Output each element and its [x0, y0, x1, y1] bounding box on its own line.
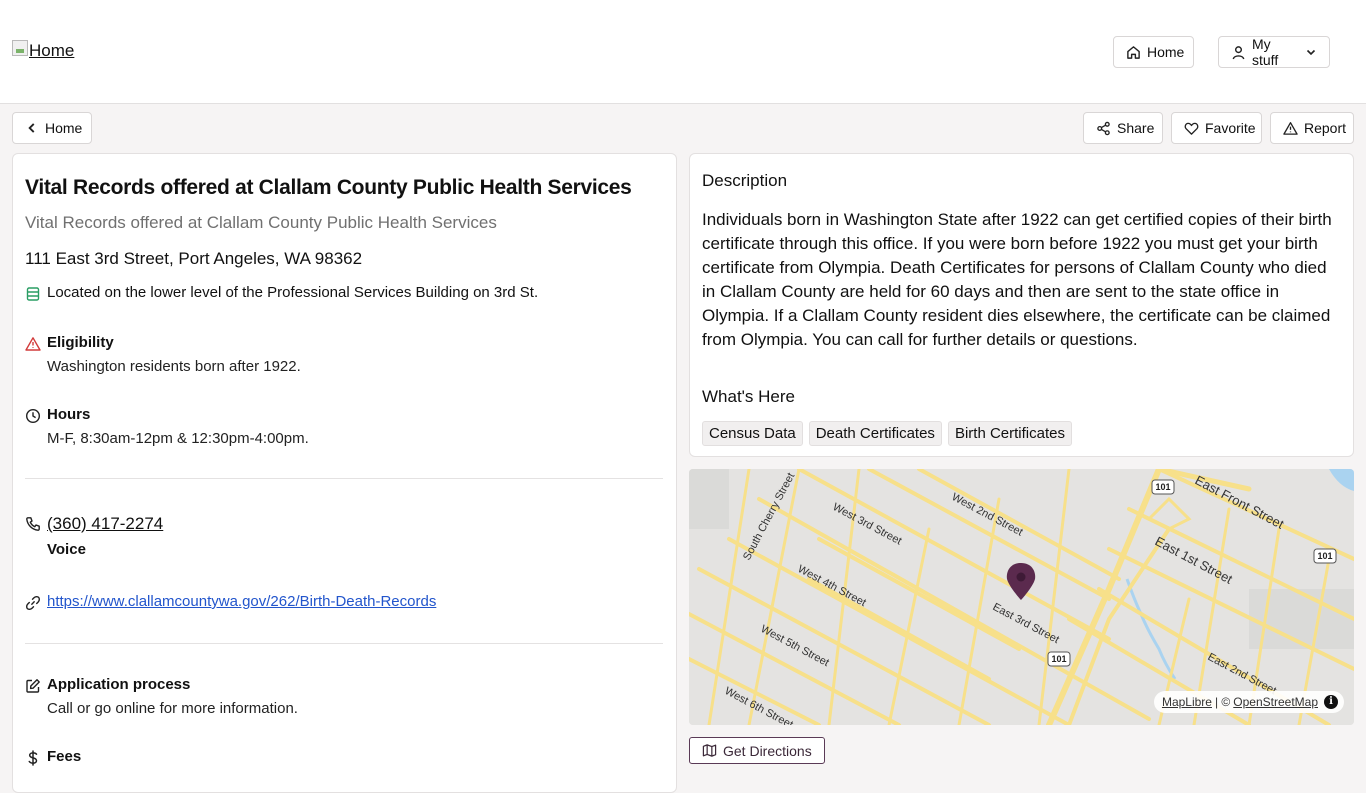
share-icon [1097, 121, 1110, 135]
website-row: https://www.clallamcountywa.gov/262/Birt… [25, 593, 436, 611]
route-shield: 101 [1313, 548, 1337, 564]
listing-details-card: Vital Records offered at Clallam County … [12, 153, 677, 793]
home-logo-link[interactable]: Home [12, 40, 75, 61]
chevron-down-icon [1306, 49, 1316, 56]
map-attribution: MapLibre | © OpenStreetMap i [1153, 691, 1344, 713]
clock-icon [25, 408, 41, 424]
share-label: Share [1117, 120, 1155, 136]
hours-row: Hours M-F, 8:30am-12pm & 12:30pm-4:00pm. [25, 406, 309, 447]
application-label: Application process [47, 676, 191, 693]
edit-icon [26, 679, 40, 693]
map-icon [702, 744, 717, 757]
location-note-row: Located on the lower level of the Profes… [25, 284, 538, 302]
whats-here-heading: What's Here [702, 387, 795, 406]
tag-birth-certificates: Birth Certificates [947, 421, 1072, 446]
route-shield: 101 [1047, 651, 1071, 667]
get-directions-label: Get Directions [723, 742, 812, 759]
favorite-label: Favorite [1205, 120, 1256, 136]
tag-census-data: Census Data [702, 421, 803, 446]
favorite-button[interactable]: Favorite [1171, 112, 1262, 144]
phone-row: (360) 417-2274 [25, 514, 163, 534]
openstreetmap-link[interactable]: OpenStreetMap [1233, 695, 1318, 709]
hours-text: M-F, 8:30am-12pm & 12:30pm-4:00pm. [47, 430, 309, 447]
info-icon[interactable]: i [1324, 695, 1338, 709]
eligibility-text: Washington residents born after 1922. [47, 358, 301, 375]
header-home-button[interactable]: Home [1113, 36, 1194, 68]
location-map[interactable]: South Cherry Street West 3rd Street West… [689, 469, 1354, 725]
tag-death-certificates: Death Certificates [808, 421, 942, 446]
fees-row: Fees [25, 748, 81, 766]
phone-link[interactable]: (360) 417-2274 [47, 514, 163, 534]
whats-here-tags: Census Data Death Certificates Birth Cer… [702, 421, 1072, 446]
svg-text:101: 101 [1317, 551, 1332, 561]
svg-text:101: 101 [1155, 482, 1170, 492]
description-heading: Description [702, 171, 788, 190]
dollar-icon [28, 750, 38, 766]
my-stuff-label: My stuff [1252, 36, 1279, 68]
get-directions-button[interactable]: Get Directions [689, 737, 825, 764]
application-row: Application process Call or go online fo… [25, 676, 298, 717]
warning-icon [25, 337, 41, 351]
divider [25, 643, 663, 644]
report-label: Report [1304, 120, 1347, 136]
location-note-text: Located on the lower level of the Profes… [47, 284, 539, 301]
house-icon [1127, 45, 1140, 59]
listing-subtitle: Vital Records offered at Clallam County … [25, 213, 497, 232]
route-shield: 101 [1151, 479, 1175, 495]
user-icon [1232, 45, 1245, 59]
description-text: Individuals born in Washington State aft… [702, 210, 1332, 349]
website-link[interactable]: https://www.clallamcountywa.gov/262/Birt… [47, 593, 436, 610]
warning-icon [1283, 121, 1298, 135]
hours-label: Hours [47, 406, 91, 423]
broken-image-icon [12, 40, 28, 56]
description-card: Description Individuals born in Washingt… [689, 153, 1354, 457]
listing-address: 111 East 3rd Street, Port Angeles, WA 98… [25, 249, 363, 268]
back-home-label: Home [45, 120, 83, 136]
divider [25, 478, 663, 479]
maplibre-link[interactable]: MapLibre [1162, 695, 1212, 709]
listing-title: Vital Records offered at Clallam County … [25, 176, 632, 199]
eligibility-row: Eligibility Washington residents born af… [25, 334, 301, 375]
chevron-left-icon [28, 123, 35, 133]
header-home-label: Home [1147, 44, 1185, 60]
back-home-button[interactable]: Home [12, 112, 92, 144]
logo-alt-text: Home [29, 41, 75, 60]
attribution-separator: | © [1214, 695, 1231, 709]
svg-text:101: 101 [1051, 654, 1066, 664]
building-icon [26, 287, 40, 301]
my-stuff-dropdown[interactable]: My stuff [1218, 36, 1330, 68]
heart-icon [1184, 122, 1199, 135]
share-button[interactable]: Share [1083, 112, 1163, 144]
phone-type-label: Voice [47, 541, 86, 558]
top-navigation-bar: Home Home My stuff [0, 0, 1366, 104]
link-icon [26, 596, 40, 610]
phone-icon [26, 517, 40, 531]
report-button[interactable]: Report [1270, 112, 1354, 144]
fees-label: Fees [47, 748, 82, 765]
map-canvas[interactable]: South Cherry Street West 3rd Street West… [689, 469, 1354, 725]
application-text: Call or go online for more information. [47, 700, 298, 717]
eligibility-label: Eligibility [47, 334, 114, 351]
